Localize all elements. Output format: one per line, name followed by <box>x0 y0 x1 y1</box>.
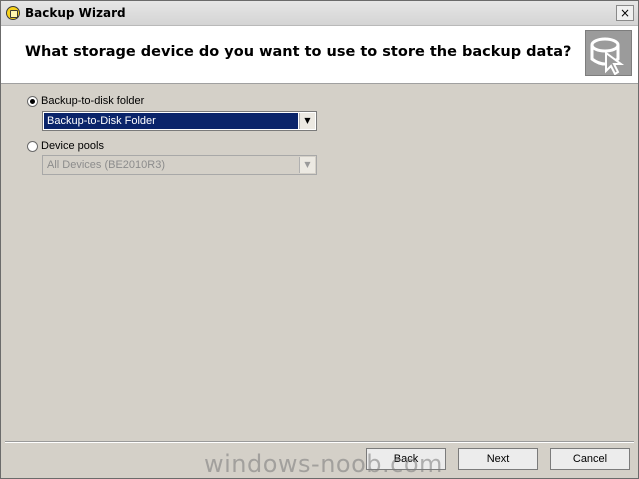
wizard-content: Backup-to-disk folder Backup-to-Disk Fol… <box>1 84 638 440</box>
backup-to-disk-folder-select[interactable]: Backup-to-Disk Folder ▼ <box>42 111 317 131</box>
backup-to-disk-radio[interactable] <box>27 95 38 107</box>
backup-to-disk-folder-value: Backup-to-Disk Folder <box>44 113 298 129</box>
footer-divider <box>5 441 634 443</box>
backup-to-disk-label: Backup-to-disk folder <box>41 95 145 107</box>
device-pools-label: Device pools <box>41 140 104 152</box>
device-pools-radio[interactable] <box>27 140 38 152</box>
title-bar: Backup Wizard × <box>1 1 638 26</box>
wizard-header: What storage device do you want to use t… <box>1 26 638 84</box>
device-pools-select[interactable]: All Devices (BE2010R3) ▼ <box>42 155 317 175</box>
storage-device-icon <box>585 30 632 76</box>
next-button[interactable]: Next <box>458 448 538 470</box>
close-button[interactable]: × <box>616 5 634 21</box>
backup-wizard-window: Backup Wizard × What storage device do y… <box>0 0 639 479</box>
chevron-down-icon[interactable]: ▼ <box>299 157 315 173</box>
page-question: What storage device do you want to use t… <box>25 44 572 60</box>
watermark-text: windows-noob.com <box>204 450 443 478</box>
backup-to-disk-option[interactable]: Backup-to-disk folder <box>27 95 144 107</box>
device-pools-option[interactable]: Device pools <box>27 140 104 152</box>
chevron-down-icon[interactable]: ▼ <box>299 113 315 129</box>
device-pools-value: All Devices (BE2010R3) <box>47 159 165 171</box>
cancel-button[interactable]: Cancel <box>550 448 630 470</box>
window-title: Backup Wizard <box>25 6 126 20</box>
backup-exec-app-icon <box>6 6 20 20</box>
